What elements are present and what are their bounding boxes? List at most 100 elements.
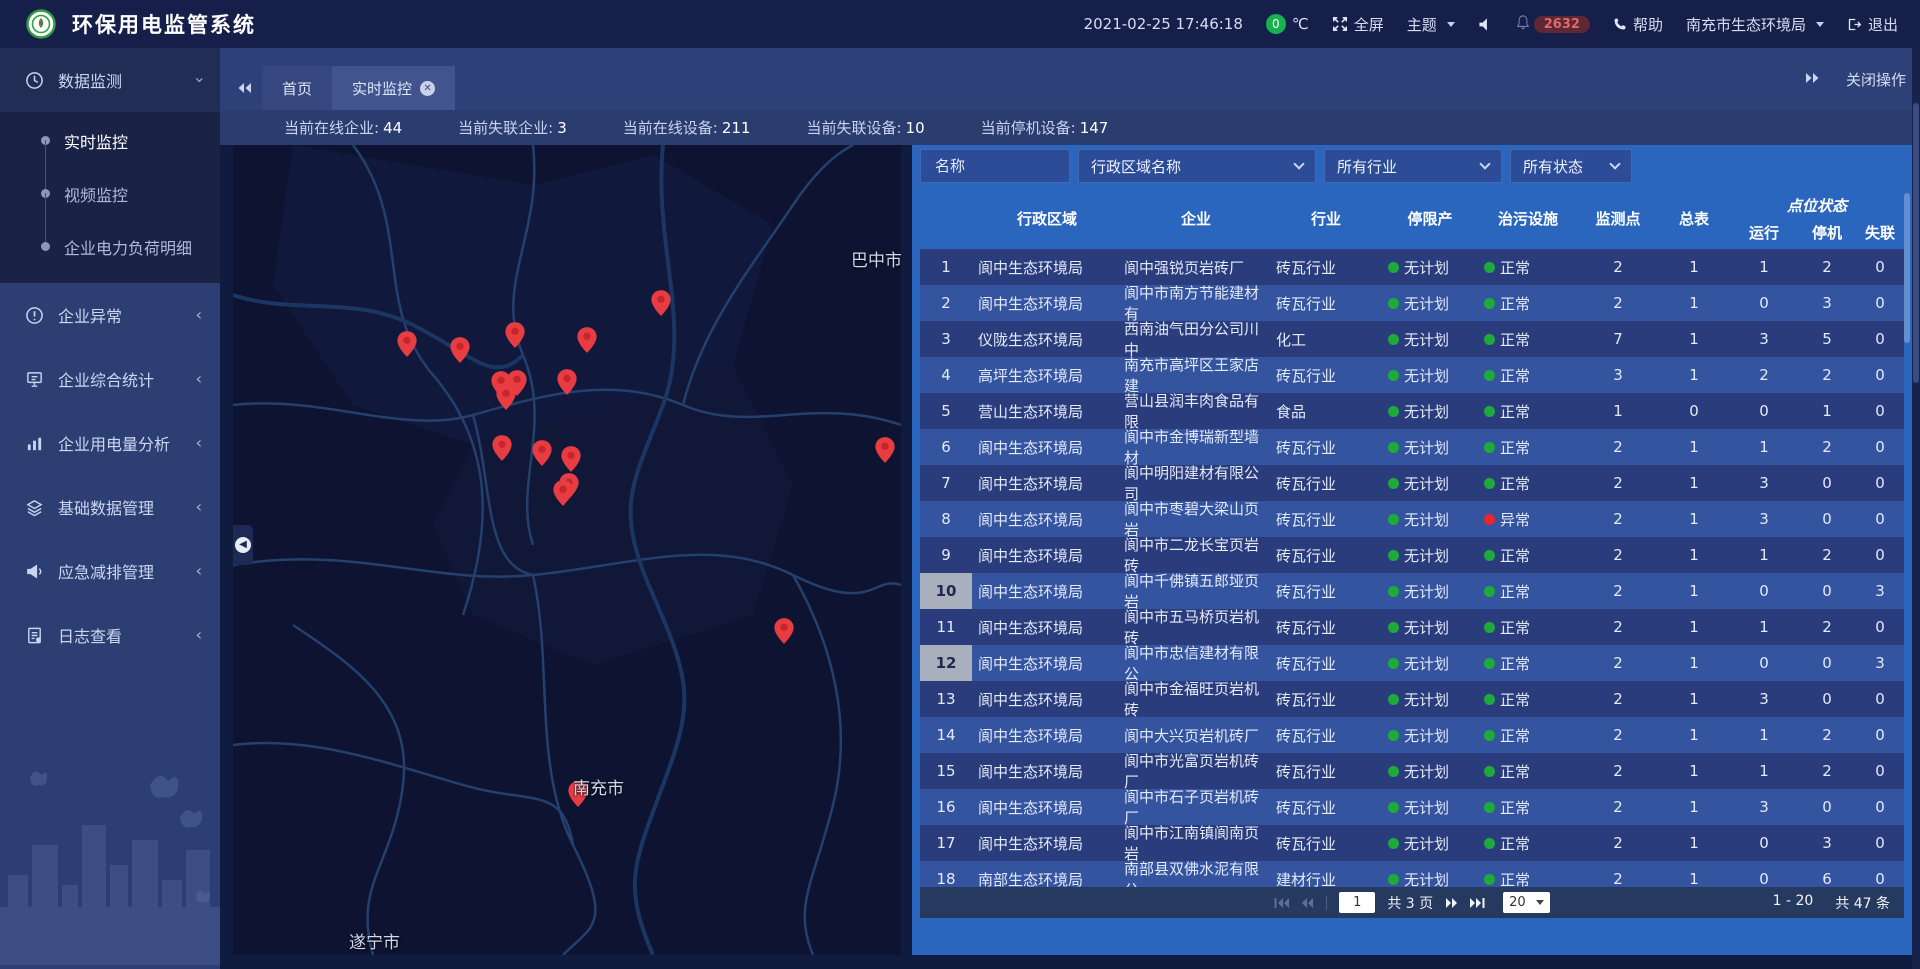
tab-realtime-monitor[interactable]: 实时监控 — [332, 66, 455, 110]
table-row[interactable]: 15阆中生态环境局阆中市光富页岩机砖厂砖瓦行业无计划正常21120 — [920, 753, 1904, 789]
cell-meter: 1 — [1658, 717, 1730, 753]
cell-row-index: 3 — [920, 321, 972, 357]
table-row[interactable]: 2阆中生态环境局阆中市南方节能建材有砖瓦行业无计划正常21030 — [920, 285, 1904, 321]
table-row[interactable]: 7阆中生态环境局阆中明阳建材有限公司砖瓦行业无计划正常21300 — [920, 465, 1904, 501]
table-row[interactable]: 16阆中生态环境局阆中市石子页岩机砖厂砖瓦行业无计划正常21300 — [920, 789, 1904, 825]
sidebar-group-item[interactable]: 基础数据管理‹ — [0, 475, 220, 539]
sidebar-group-item[interactable]: 数据监测‹ — [0, 48, 220, 112]
table-row[interactable]: 17阆中生态环境局阆中市江南镇阆南页岩砖瓦行业无计划正常21030 — [920, 825, 1904, 861]
map-marker-pin[interactable] — [495, 383, 517, 411]
sidebar-group-item[interactable]: 日志查看‹ — [0, 603, 220, 667]
table-row[interactable]: 8阆中生态环境局阆中市枣碧大梁山页岩砖瓦行业无计划异常21300 — [920, 501, 1904, 537]
table-row[interactable]: 5营山生态环境局营山县润丰肉食品有限食品无计划正常10010 — [920, 393, 1904, 429]
tabs-scroll-right-button[interactable] — [1804, 70, 1820, 88]
temperature-badge: 0 — [1266, 14, 1286, 34]
status-dot — [1484, 622, 1495, 633]
page-scrollbar[interactable] — [1912, 48, 1920, 969]
table-row[interactable]: 12阆中生态环境局阆中市忠信建材有限公砖瓦行业无计划正常21003 — [920, 645, 1904, 681]
map-marker-pin[interactable] — [773, 617, 795, 645]
table-row[interactable]: 13阆中生态环境局阆中市金福旺页岩机砖砖瓦行业无计划正常21300 — [920, 681, 1904, 717]
fullscreen-button[interactable]: 全屏 — [1332, 14, 1384, 35]
cell-monitor: 3 — [1578, 357, 1658, 393]
sound-button[interactable] — [1478, 17, 1493, 32]
layers-icon — [24, 497, 44, 517]
user-dropdown[interactable]: 南充市生态环境局 — [1686, 14, 1824, 35]
map-marker-pin[interactable] — [491, 434, 513, 462]
cell-facility: 正常 — [1478, 249, 1578, 285]
close-tab-icon[interactable] — [420, 81, 435, 96]
cell-company: 阆中市石子页岩机砖厂 — [1122, 789, 1270, 825]
table-row[interactable]: 6阆中生态环境局阆中市金博瑞新型墙材砖瓦行业无计划正常21120 — [920, 429, 1904, 465]
cell-industry: 砖瓦行业 — [1270, 357, 1382, 393]
cell-facility: 正常 — [1478, 573, 1578, 609]
sidebar-group-item[interactable]: 企业综合统计‹ — [0, 347, 220, 411]
table-row[interactable]: 1阆中生态环境局阆中强锐页岩砖厂砖瓦行业无计划正常21120 — [920, 249, 1904, 285]
cell-stopped: 0 — [1798, 645, 1856, 681]
prev-page-button[interactable] — [1301, 897, 1314, 909]
sidebar-subitem[interactable]: 企业电力负荷明细 — [0, 220, 220, 273]
cell-stop-limit: 无计划 — [1382, 393, 1478, 429]
tabs-scroll-left-button[interactable] — [228, 66, 262, 110]
page-size-select[interactable]: 20 — [1503, 892, 1550, 913]
last-page-button[interactable] — [1470, 897, 1485, 909]
col-header-meter: 总表 — [1658, 188, 1730, 249]
sidebar-group-item[interactable]: 企业用电量分析‹ — [0, 411, 220, 475]
tab-home[interactable]: 首页 — [262, 66, 332, 110]
status-dot — [1388, 550, 1399, 561]
col-header-industry: 行业 — [1270, 188, 1382, 249]
cell-industry: 砖瓦行业 — [1270, 537, 1382, 573]
cell-facility: 正常 — [1478, 717, 1578, 753]
sidebar-subitem[interactable]: 实时监控 — [0, 114, 220, 167]
name-filter-input[interactable] — [933, 156, 1057, 176]
cell-industry: 食品 — [1270, 393, 1382, 429]
first-page-button[interactable] — [1274, 897, 1289, 909]
map-marker-pin[interactable] — [556, 368, 578, 396]
table-row[interactable]: 9阆中生态环境局阆中市二龙长宝页岩砖砖瓦行业无计划正常21120 — [920, 537, 1904, 573]
map-marker-pin[interactable] — [576, 326, 598, 354]
table-row[interactable]: 11阆中生态环境局阆中市五马桥页岩机砖砖瓦行业无计划正常21120 — [920, 609, 1904, 645]
cell-stopped: 3 — [1798, 285, 1856, 321]
map-marker-pin[interactable] — [531, 439, 553, 467]
log-icon — [24, 625, 44, 645]
map-marker-pin[interactable] — [874, 436, 896, 464]
cell-region: 高坪生态环境局 — [972, 357, 1122, 393]
status-dot — [1484, 514, 1495, 525]
map-marker-pin[interactable] — [650, 289, 672, 317]
notifications-button[interactable]: 2632 — [1516, 15, 1590, 34]
table-scrollbar-thumb[interactable] — [1904, 193, 1910, 343]
map-marker-pin[interactable] — [504, 321, 526, 349]
sidebar-group-item[interactable]: 应急减排管理‹ — [0, 539, 220, 603]
map-marker-pin[interactable] — [396, 330, 418, 358]
map-city-label: 南充市 — [573, 774, 624, 799]
help-button[interactable]: 帮助 — [1613, 14, 1663, 35]
table-row[interactable]: 4高坪生态环境局南充市高坪区王家店建砖瓦行业无计划正常31220 — [920, 357, 1904, 393]
name-filter-input-box[interactable] — [920, 149, 1070, 183]
map-marker-pin[interactable] — [552, 479, 574, 507]
cell-industry: 砖瓦行业 — [1270, 789, 1382, 825]
stat-item: 当前在线企业:44 — [284, 117, 402, 138]
cell-stopped: 2 — [1798, 753, 1856, 789]
table-row[interactable]: 3仪陇生态环境局西南油气田分公司川中化工无计划正常71350 — [920, 321, 1904, 357]
industry-filter-select[interactable]: 所有行业 — [1324, 149, 1502, 183]
cell-facility: 正常 — [1478, 429, 1578, 465]
table-row[interactable]: 14阆中生态环境局阆中大兴页岩机砖厂砖瓦行业无计划正常21120 — [920, 717, 1904, 753]
page-number-input[interactable] — [1339, 892, 1375, 913]
next-page-button[interactable] — [1445, 897, 1458, 909]
sidebar-subitem[interactable]: 视频监控 — [0, 167, 220, 220]
table-row[interactable]: 10阆中生态环境局阆中千佛镇五郎垭页岩砖瓦行业无计划正常21003 — [920, 573, 1904, 609]
map-panel[interactable]: 巴中市南充市遂宁市 ◀ — [233, 145, 901, 955]
page-scrollbar-thumb[interactable] — [1913, 103, 1919, 383]
status-dot — [1484, 298, 1495, 309]
map-marker-pin[interactable] — [560, 445, 582, 473]
logout-button[interactable]: 退出 — [1847, 14, 1898, 35]
collapse-sidebar-button[interactable]: ◀ — [233, 525, 253, 565]
region-filter-select[interactable]: 行政区域名称 — [1078, 149, 1316, 183]
status-filter-select[interactable]: 所有状态 — [1510, 149, 1632, 183]
cell-run: 3 — [1730, 501, 1798, 537]
map-marker-pin[interactable] — [449, 336, 471, 364]
theme-dropdown[interactable]: 主题 — [1407, 14, 1455, 35]
sidebar-group-item[interactable]: 企业异常‹ — [0, 283, 220, 347]
cell-facility: 正常 — [1478, 825, 1578, 861]
stats-bar: 当前在线企业:44当前失联企业:3当前在线设备:211当前失联设备:10当前停机… — [220, 110, 1920, 145]
close-operations-button[interactable]: 关闭操作 — [1846, 69, 1906, 90]
